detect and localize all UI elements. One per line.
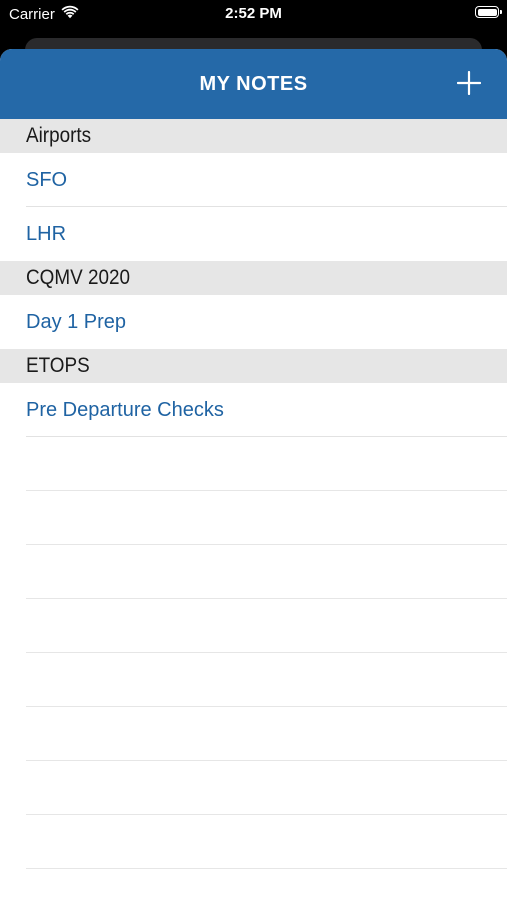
note-label: LHR xyxy=(26,223,67,245)
notes-sheet: MY NOTES Airports SFO LHR CQMV 2020 Day … xyxy=(0,49,507,900)
nav-bar: MY NOTES xyxy=(0,49,507,119)
section-header-etops: ETOPS xyxy=(0,349,507,383)
status-bar: Carrier 2:52 PM xyxy=(0,0,507,30)
add-note-button[interactable] xyxy=(456,70,482,96)
status-time: 2:52 PM xyxy=(225,5,282,22)
section-title: CQMV 2020 xyxy=(26,266,131,289)
note-label: SFO xyxy=(26,169,68,191)
note-row-sfo[interactable]: SFO xyxy=(0,153,507,207)
note-row-lhr[interactable]: LHR xyxy=(0,207,507,261)
section-header-cqmv-2020: CQMV 2020 xyxy=(0,261,507,295)
note-row-pre-departure-checks[interactable]: Pre Departure Checks xyxy=(0,383,507,437)
battery-icon xyxy=(475,6,502,18)
empty-row xyxy=(0,491,507,545)
plus-icon xyxy=(456,70,482,96)
note-label: Pre Departure Checks xyxy=(26,399,224,421)
section-header-airports: Airports xyxy=(0,119,507,153)
empty-row xyxy=(0,437,507,491)
empty-row xyxy=(0,815,507,869)
empty-row xyxy=(0,707,507,761)
page-title: MY NOTES xyxy=(199,73,308,95)
empty-row xyxy=(0,761,507,815)
note-row-day-1-prep[interactable]: Day 1 Prep xyxy=(0,295,507,349)
section-title: Airports xyxy=(26,124,92,147)
empty-row xyxy=(0,653,507,707)
empty-row xyxy=(0,599,507,653)
note-label: Day 1 Prep xyxy=(26,311,127,333)
empty-row xyxy=(0,545,507,599)
section-title: ETOPS xyxy=(26,354,90,377)
